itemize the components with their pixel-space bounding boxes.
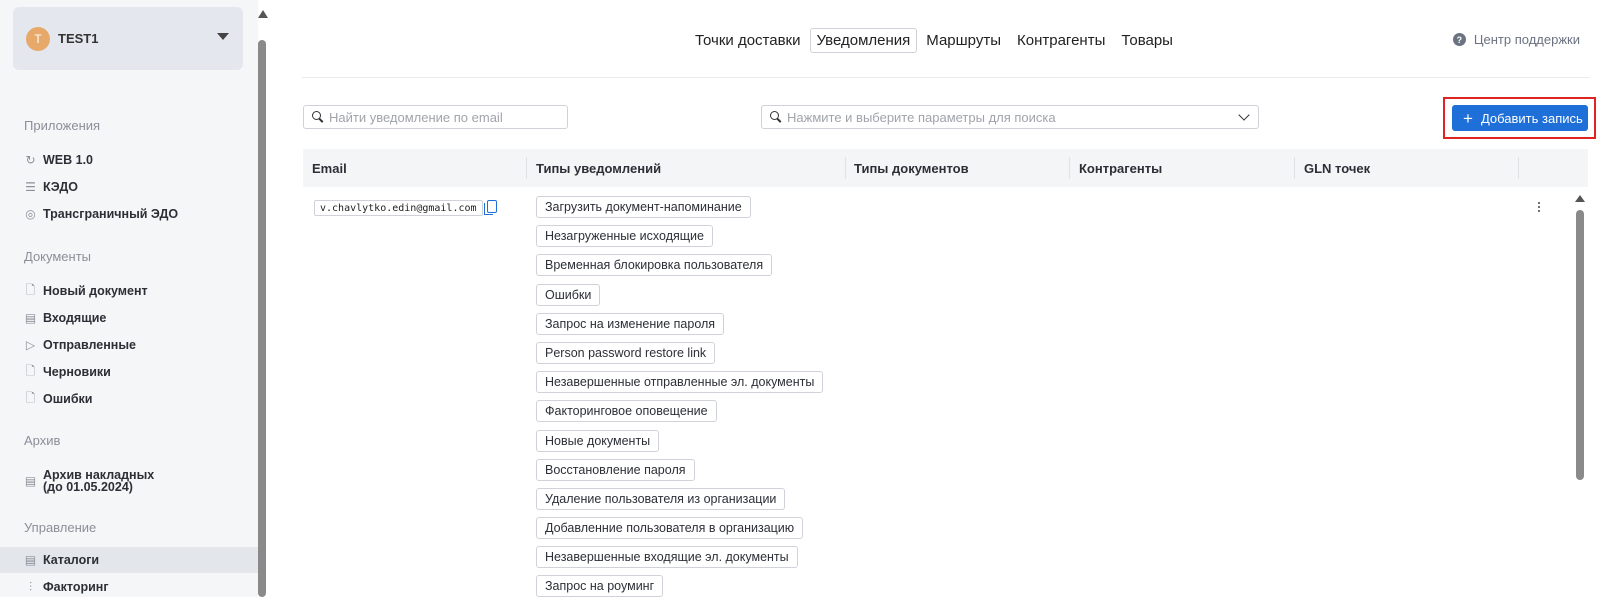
email-value: v.chavlytko.edin@gmail.com xyxy=(314,200,483,216)
table-header: Email Типы уведомлений Типы документов К… xyxy=(303,149,1588,187)
column-separator xyxy=(1294,157,1295,179)
notification-type-chip: Ошибки xyxy=(536,283,601,306)
sidebar-item-kedo[interactable]: ☰ КЭДО xyxy=(0,174,258,200)
tab-products[interactable]: Товары xyxy=(1114,28,1180,53)
sidebar-item-label: Входящие xyxy=(43,311,107,325)
notification-types-list: Загрузить документ-напоминание Незагруже… xyxy=(536,196,824,605)
table-scroll-thumb[interactable] xyxy=(1576,210,1584,480)
organization-selector[interactable]: T TEST1 xyxy=(13,7,243,70)
notification-type-chip: Восстановление пароля xyxy=(536,458,695,481)
sidebar-item-inbox[interactable]: ▤ Входящие xyxy=(0,305,258,331)
table-scrollbar[interactable] xyxy=(1575,195,1585,597)
support-center-link[interactable]: ? Центр поддержки xyxy=(1452,32,1580,47)
notification-type-chip: Незавершенные отправленные эл. документы xyxy=(536,371,824,394)
notification-type-chip: Добавленние пользователя в организацию xyxy=(536,517,804,540)
sidebar-scroll-thumb[interactable] xyxy=(258,40,266,597)
notification-type-chip: Факторинговое оповещение xyxy=(536,400,717,423)
document-list-icon: ☰ xyxy=(25,180,36,194)
column-header-gln[interactable]: GLN точек xyxy=(1304,161,1370,176)
sidebar-item-crossborder[interactable]: ◎ Трансграничный ЭДО xyxy=(0,201,258,227)
archive-icon: ▤ xyxy=(24,474,37,488)
sidebar-item-errors[interactable]: 🗋 Ошибки xyxy=(0,386,258,412)
parameter-search-placeholder: Нажмите и выберите параметры для поиска xyxy=(787,109,1056,125)
sidebar-item-archive[interactable]: ▤ Архив накладных (до 01.05.2024) xyxy=(0,464,258,498)
column-header-document-types[interactable]: Типы документов xyxy=(854,161,969,176)
sidebar-item-label: Трансграничный ЭДО xyxy=(43,207,179,221)
section-title-documents: Документы xyxy=(24,249,92,264)
sidebar: T TEST1 Приложения ↻ WEB 1.0 ☰ КЭДО ◎ Тр… xyxy=(0,0,258,597)
section-title-apps: Приложения xyxy=(24,118,101,133)
help-icon: ? xyxy=(1452,33,1466,46)
error-document-icon: 🗋 xyxy=(25,390,36,405)
tab-routes[interactable]: Маршруты xyxy=(919,28,1008,53)
new-document-icon: 🗋 xyxy=(25,282,36,297)
sidebar-item-label: Новый документ xyxy=(43,284,148,298)
tab-delivery-points[interactable]: Точки доставки xyxy=(688,28,807,53)
scroll-up-icon[interactable] xyxy=(258,10,268,18)
inbox-icon: ▤ xyxy=(24,311,37,325)
main-content: Точки доставки Уведомления Маршруты Конт… xyxy=(270,0,1600,597)
column-separator xyxy=(845,157,846,179)
tab-notifications[interactable]: Уведомления xyxy=(809,28,918,53)
globe-icon: ◎ xyxy=(25,207,36,221)
search-icon xyxy=(312,111,324,123)
column-separator xyxy=(1518,157,1519,179)
sidebar-item-label: Ошибки xyxy=(43,392,93,406)
refresh-icon: ↻ xyxy=(25,153,36,167)
sidebar-item-label: Отправленные xyxy=(43,338,136,352)
sidebar-item-new-document[interactable]: 🗋 Новый документ xyxy=(0,278,258,304)
org-name: TEST1 xyxy=(58,31,99,46)
notification-type-chip: Незагруженные исходящие xyxy=(536,225,713,248)
sidebar-item-label: КЭДО xyxy=(43,180,78,194)
sidebar-scrollbar[interactable] xyxy=(258,0,268,597)
notification-type-chip: Удаление пользователя из организации xyxy=(536,487,786,510)
row-actions-menu-icon[interactable] xyxy=(1538,202,1541,214)
sidebar-item-web[interactable]: ↻ WEB 1.0 xyxy=(0,147,258,173)
notification-type-chip: Незавершенные входящие эл. документы xyxy=(536,546,798,569)
sidebar-item-drafts[interactable]: 🗋 Черновики xyxy=(0,359,258,385)
notification-type-chip: Новые документы xyxy=(536,429,660,452)
support-label: Центр поддержки xyxy=(1473,32,1580,47)
org-avatar: T xyxy=(26,26,50,51)
notification-type-chip: Загрузить документ-напоминание xyxy=(536,196,751,218)
sidebar-item-label: Каталоги xyxy=(43,553,100,567)
notification-type-chip: Запрос на изменение пароля xyxy=(536,312,725,335)
notification-type-chip: Person password restore link xyxy=(536,341,716,364)
copy-icon[interactable] xyxy=(484,200,497,215)
parameter-search-select[interactable]: Нажмите и выберите параметры для поиска xyxy=(761,105,1259,129)
header-divider xyxy=(302,77,1590,78)
notification-type-chip: Запрос на роуминг xyxy=(536,575,664,598)
chevron-down-icon[interactable] xyxy=(1238,109,1250,121)
section-title-archive: Архив xyxy=(24,433,61,448)
draft-icon: 🗋 xyxy=(25,363,36,378)
tab-counterparties[interactable]: Контрагенты xyxy=(1010,28,1112,53)
section-title-management: Управление xyxy=(24,520,97,535)
sidebar-item-label: Факторинг xyxy=(43,580,109,594)
add-record-button[interactable]: + Добавить запись xyxy=(1452,105,1588,131)
plus-icon: + xyxy=(1463,108,1473,128)
sidebar-item-label: Архив накладных (до 01.05.2024) xyxy=(43,468,155,494)
chart-icon: ⫶ xyxy=(28,579,32,594)
sidebar-item-label: Черновики xyxy=(43,365,111,379)
notification-type-chip: Временная блокировка пользователя xyxy=(536,254,773,277)
column-header-counterparties[interactable]: Контрагенты xyxy=(1079,161,1162,176)
column-separator xyxy=(526,157,527,179)
email-search-input[interactable]: Найти уведомление по email xyxy=(303,105,568,129)
sidebar-item-sent[interactable]: ▷ Отправленные xyxy=(0,332,258,358)
catalog-tabs: Точки доставки Уведомления Маршруты Конт… xyxy=(270,28,1600,53)
sidebar-item-label: WEB 1.0 xyxy=(43,153,94,167)
column-header-email[interactable]: Email xyxy=(312,161,347,176)
email-search-placeholder: Найти уведомление по email xyxy=(329,109,503,125)
send-icon: ▷ xyxy=(25,338,36,352)
sidebar-item-catalogs[interactable]: ▤ Каталоги xyxy=(0,547,258,573)
search-icon xyxy=(770,111,782,123)
caret-down-icon[interactable] xyxy=(217,33,229,40)
sidebar-item-factoring[interactable]: ⫶ Факторинг xyxy=(0,574,258,600)
catalog-icon: ▤ xyxy=(24,553,37,567)
add-record-label: Добавить запись xyxy=(1480,110,1583,126)
column-separator xyxy=(1069,157,1070,179)
column-header-notification-types[interactable]: Типы уведомлений xyxy=(536,161,661,176)
scroll-up-icon[interactable] xyxy=(1575,195,1585,202)
